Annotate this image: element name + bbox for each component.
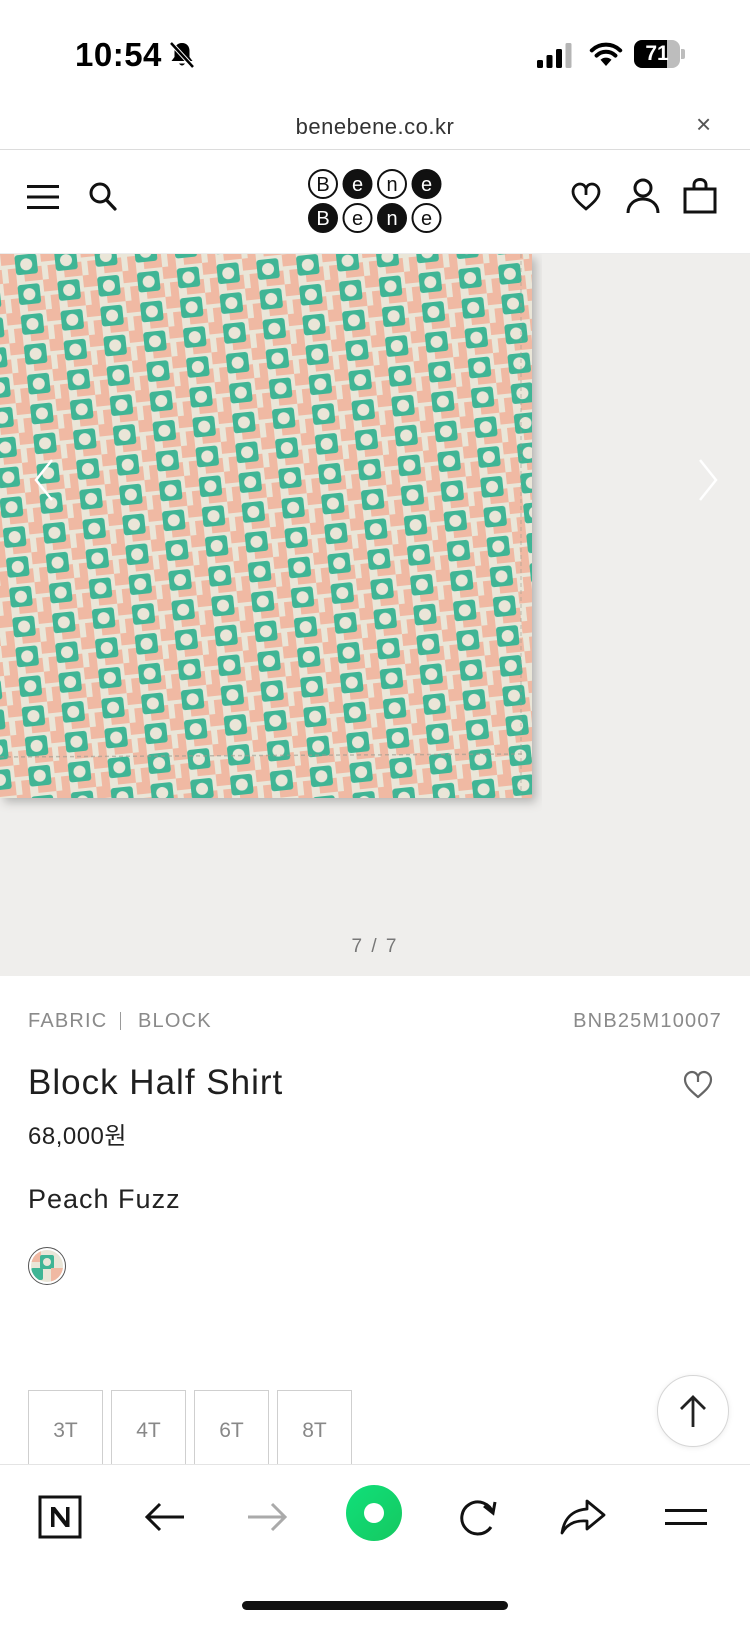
hamburger-icon[interactable] xyxy=(27,184,59,210)
gallery-prev-arrow-icon[interactable] xyxy=(30,450,60,510)
logo-letter: B xyxy=(308,169,338,199)
product-image-gallery[interactable]: 7 / 7 xyxy=(0,254,750,976)
heart-icon[interactable] xyxy=(571,182,601,212)
size-option-3t[interactable]: 3T xyxy=(28,1390,103,1472)
product-title: Block Half Shirt xyxy=(28,1063,284,1102)
product-image xyxy=(0,254,532,798)
battery-level-text: 71 xyxy=(645,42,669,65)
svg-text:e: e xyxy=(421,174,432,196)
cellular-signal-icon xyxy=(537,43,572,68)
share-icon[interactable] xyxy=(553,1487,613,1547)
wifi-icon xyxy=(589,42,623,66)
benebene-logo[interactable]: Be n e Be n e xyxy=(307,168,443,236)
svg-text:n: n xyxy=(386,208,397,230)
gallery-counter: 7 / 7 xyxy=(351,936,399,957)
logo-letter: e xyxy=(342,169,373,199)
size-option-6t[interactable]: 6T xyxy=(194,1390,269,1472)
status-bar: 10:54 71 xyxy=(0,0,750,100)
product-color-name: Peach Fuzz xyxy=(28,1184,181,1214)
logo-letter: B xyxy=(308,203,338,233)
heart-icon[interactable] xyxy=(682,1070,714,1100)
user-icon[interactable] xyxy=(626,178,660,214)
svg-text:B: B xyxy=(316,174,329,196)
meta-divider xyxy=(120,1012,121,1030)
search-icon[interactable] xyxy=(88,181,118,213)
naver-n-icon[interactable] xyxy=(31,1487,91,1547)
home-indicator xyxy=(242,1601,508,1610)
logo-letter: e xyxy=(411,169,442,199)
product-category[interactable]: FABRIC xyxy=(28,1010,107,1033)
status-time: 10:54 xyxy=(75,36,162,73)
size-option-4t[interactable]: 4T xyxy=(111,1390,186,1472)
product-price: 68,000원 xyxy=(28,1123,127,1150)
url-bar[interactable]: benebene.co.kr × xyxy=(0,100,750,150)
close-icon[interactable]: × xyxy=(696,111,711,137)
svg-text:e: e xyxy=(352,208,363,230)
battery-indicator: 71 xyxy=(634,40,685,68)
logo-letter: e xyxy=(342,203,373,233)
svg-text:e: e xyxy=(352,174,363,196)
green-dot-icon[interactable] xyxy=(345,1484,403,1542)
product-subcategory[interactable]: BLOCK xyxy=(138,1010,212,1033)
svg-text:e: e xyxy=(421,208,432,230)
logo-letter: e xyxy=(411,203,442,233)
forward-arrow-icon[interactable] xyxy=(237,1487,297,1547)
product-meta-row: FABRIC BLOCK BNB25M10007 xyxy=(28,1010,722,1036)
gallery-next-arrow-icon[interactable] xyxy=(692,450,722,510)
bell-slash-icon xyxy=(169,41,195,69)
menu-lines-icon[interactable] xyxy=(656,1487,716,1547)
bag-icon[interactable] xyxy=(683,178,717,214)
size-option-8t[interactable]: 8T xyxy=(277,1390,352,1472)
product-sku: BNB25M10007 xyxy=(573,1010,722,1032)
refresh-icon[interactable] xyxy=(448,1487,508,1547)
logo-letter: n xyxy=(377,169,407,199)
arrow-up-icon xyxy=(680,1395,706,1427)
site-header: Be n e Be n e xyxy=(0,151,750,254)
svg-text:n: n xyxy=(386,174,397,196)
logo-letter: n xyxy=(377,203,407,233)
url-domain[interactable]: benebene.co.kr xyxy=(0,114,750,140)
svg-text:B: B xyxy=(316,208,329,230)
back-arrow-icon[interactable] xyxy=(135,1487,195,1547)
scroll-to-top-button[interactable] xyxy=(657,1375,729,1447)
color-swatch[interactable] xyxy=(28,1247,66,1285)
